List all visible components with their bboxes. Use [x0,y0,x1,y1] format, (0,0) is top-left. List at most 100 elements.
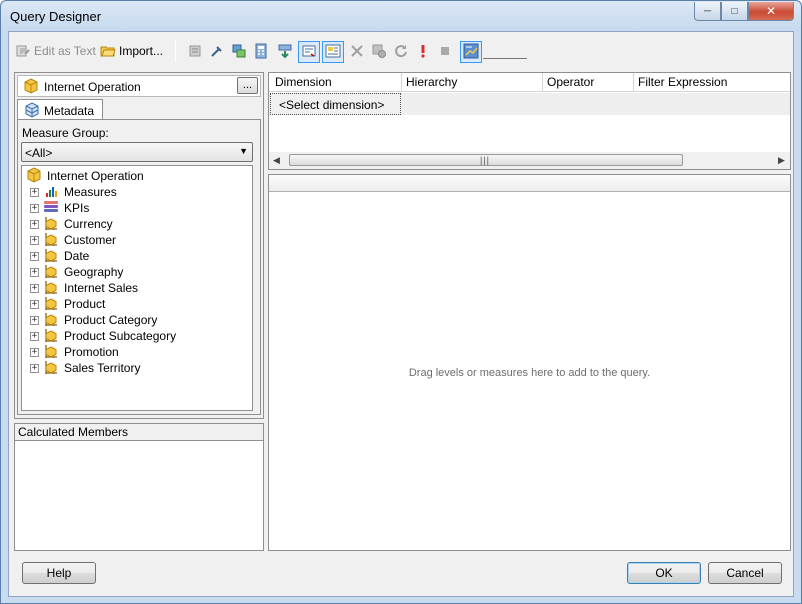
maximize-button[interactable]: □ [721,2,748,21]
metadata-panel: Internet Operation ... Metadata Measure … [14,72,264,419]
expand-icon[interactable]: + [30,331,39,341]
cube-icon [26,166,42,186]
tree-item-sales-territory[interactable]: + Sales Territory [30,360,140,376]
replace-button[interactable] [228,41,250,63]
add-calculated-member-button[interactable] [184,41,206,63]
tree-item-date[interactable]: + Date [30,248,89,264]
filter-grid: Dimension Hierarchy Operator Filter Expr… [268,72,791,170]
tree-item-label: Internet Sales [64,281,139,295]
edit-as-text-button[interactable]: Edit as Text [15,41,96,61]
close-button[interactable]: ✕ [748,2,794,21]
execute-query-button[interactable] [412,41,434,63]
column-header-filter-expression[interactable]: Filter Expression [638,75,727,89]
query-designer-window: Query Designer ─ □ ✕ Edit as Text Import… [0,0,802,604]
cube-selection-button[interactable] [368,41,390,63]
tree-root-label: Internet Operation [47,169,144,183]
tree-item-label: Measures [64,185,117,199]
refresh-icon [393,43,409,62]
cube-name: Internet Operation [44,80,141,94]
cancel-query-button[interactable] [434,41,456,63]
column-header-hierarchy[interactable]: Hierarchy [406,75,457,89]
tree-item-kpis[interactable]: + KPIs [30,200,89,216]
expand-icon[interactable]: + [30,235,39,245]
calculated-members-label: Calculated Members [18,425,129,439]
column-header-operator[interactable]: Operator [547,75,594,89]
measure-group-value: <All> [25,146,53,160]
expand-icon[interactable]: + [30,283,39,293]
scrollbar-thumb[interactable]: ||| [289,154,683,166]
help-button[interactable]: Help [22,562,96,584]
minimize-button[interactable]: ─ [694,2,721,21]
cube-selector: Internet Operation ... [17,75,261,97]
chevron-down-icon: ▼ [239,146,248,156]
scroll-right-icon[interactable]: ▶ [778,155,785,166]
window-title: Query Designer [10,9,102,24]
calculated-members-pane[interactable]: Calculated Members [14,423,264,551]
measure-group-label: Measure Group: [22,126,109,140]
ok-button[interactable]: OK [627,562,701,584]
tree-item-label: Currency [64,217,113,231]
arrow-down-icon [277,43,293,62]
replace-icon [231,43,247,62]
scroll-left-icon[interactable]: ◀ [273,155,280,166]
metadata-tree[interactable]: Internet Operation + Measures + KPIs + C… [21,165,253,411]
caption-buttons: ─ □ ✕ [694,2,794,21]
auto-execute-button[interactable] [322,41,344,63]
toolbar-underline [483,58,527,59]
design-mode-button[interactable] [460,41,482,63]
tab-metadata[interactable]: Metadata [17,99,103,120]
delete-button[interactable] [346,41,368,63]
toolbar-separator [175,40,176,62]
column-header-dimension[interactable]: Dimension [275,75,332,89]
empty-cells-icon [301,43,317,62]
filter-row: <Select dimension> [269,93,790,115]
query-data-pane[interactable]: Drag levels or measures here to add to t… [268,174,791,551]
delete-icon [349,43,365,62]
measure-group-dropdown[interactable]: <All> ▼ [21,142,253,162]
cancel-button[interactable]: Cancel [708,562,782,584]
stop-icon [437,43,453,62]
calculator-icon [253,43,269,62]
calculated-member-icon [187,43,203,62]
browse-cube-button[interactable]: ... [237,77,258,94]
exclamation-icon [415,43,431,62]
expand-icon[interactable]: + [30,267,39,277]
calculator-button[interactable] [250,41,272,63]
design-mode-icon [463,43,479,62]
column-divider [542,73,543,92]
expand-icon[interactable]: + [30,251,39,261]
select-dimension-cell[interactable]: <Select dimension> [270,93,401,115]
expand-icon[interactable]: + [30,347,39,357]
tree-item-label: KPIs [64,201,90,215]
expand-icon[interactable]: + [30,363,39,373]
show-empty-cells-button[interactable] [298,41,320,63]
expand-icon[interactable]: + [30,219,39,229]
column-divider [401,73,402,92]
drag-hint-text: Drag levels or measures here to add to t… [408,367,651,379]
dimension-icon [43,359,59,378]
tree-item-product[interactable]: + Product [30,296,105,312]
dialog-client-area: Edit as Text Import... Internet Operatio… [8,31,794,597]
refresh-button[interactable] [390,41,412,63]
calculated-members-header: Calculated Members [15,424,263,441]
minimize-icon: ─ [703,5,712,17]
maximize-icon: □ [731,5,738,17]
tree-item-label: Sales Territory [64,361,141,375]
import-label: Import... [119,44,164,58]
tree-item-label: Date [64,249,90,263]
tree-item-label: Product Subcategory [64,329,177,343]
add-to-query-button[interactable] [274,41,296,63]
horizontal-scrollbar[interactable]: ◀ ||| ▶ [269,152,790,169]
title-bar[interactable]: Query Designer ─ □ ✕ [1,1,801,31]
auto-execute-icon [325,43,341,62]
tree-item-label: Geography [64,265,124,279]
expand-icon[interactable]: + [30,315,39,325]
expand-icon[interactable]: + [30,187,39,197]
expand-icon[interactable]: + [30,299,39,309]
expand-icon[interactable]: + [30,203,39,213]
edit-button[interactable] [206,41,228,63]
toolbar: Edit as Text Import... [9,32,793,68]
select-dimension-text: <Select dimension> [279,98,385,112]
metadata-tab-page: Measure Group: <All> ▼ Internet Operatio… [17,119,261,415]
import-button[interactable]: Import... [100,41,163,61]
